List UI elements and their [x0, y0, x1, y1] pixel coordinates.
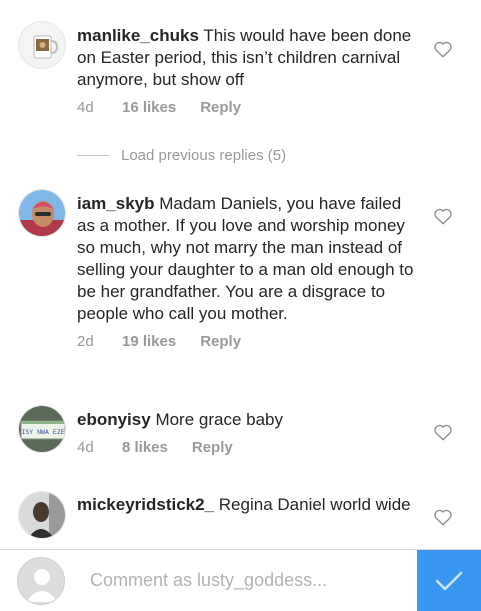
comment-composer [0, 549, 481, 611]
comment-input[interactable] [90, 562, 410, 598]
comment-time: 2d [77, 333, 94, 350]
heart-outline-icon[interactable] [433, 508, 453, 526]
comment-text: More grace baby [155, 410, 284, 429]
heart-outline-icon[interactable] [433, 423, 453, 441]
reply-button[interactable]: Reply [200, 333, 241, 350]
comment-meta: 4d 8 likes Reply [77, 439, 422, 456]
avatar[interactable] [18, 491, 66, 539]
comment-likes[interactable]: 16 likes [122, 99, 176, 116]
comment-time: 4d [77, 439, 94, 456]
comment-username[interactable]: iam_skyb [77, 194, 155, 213]
comment-likes[interactable]: 19 likes [122, 333, 176, 350]
post-comment-button[interactable] [417, 550, 481, 611]
heart-outline-icon[interactable] [433, 40, 453, 58]
comment-text-block: manlike_chuks This would have been done … [77, 25, 422, 91]
comment-text: Madam Daniels, you have failed as a moth… [77, 194, 414, 323]
reply-button[interactable]: Reply [192, 439, 233, 456]
comment-username[interactable]: ebonyisy [77, 410, 151, 429]
comment-text-block: mickeyridstick2_ Regina Daniel world wid… [77, 494, 422, 516]
avatar[interactable] [18, 21, 66, 69]
comment-text: Regina Daniel world wide [218, 495, 411, 514]
user-avatar [17, 557, 65, 605]
avatar-plate-text: ISY NWA EZE [21, 428, 64, 436]
heart-outline-icon[interactable] [433, 207, 453, 225]
divider-line [77, 154, 109, 156]
comment-likes[interactable]: 8 likes [122, 439, 168, 456]
comment-meta: 4d 16 likes Reply [77, 99, 422, 116]
reply-button[interactable]: Reply [200, 99, 241, 116]
comment-username[interactable]: manlike_chuks [77, 26, 199, 45]
comment-meta: 2d 19 likes Reply [77, 333, 422, 350]
comment-text-block: ebonyisy More grace baby [77, 409, 422, 431]
load-previous-label[interactable]: Load previous replies (5) [121, 147, 286, 164]
comment-text-block: iam_skyb Madam Daniels, you have failed … [77, 193, 422, 325]
avatar[interactable] [18, 189, 66, 237]
avatar[interactable]: ISY NWA EZE [18, 405, 66, 453]
comment-time: 4d [77, 99, 94, 116]
load-previous-replies[interactable]: Load previous replies (5) [77, 144, 286, 166]
checkmark-icon [435, 571, 463, 591]
comment-username[interactable]: mickeyridstick2_ [77, 495, 214, 514]
